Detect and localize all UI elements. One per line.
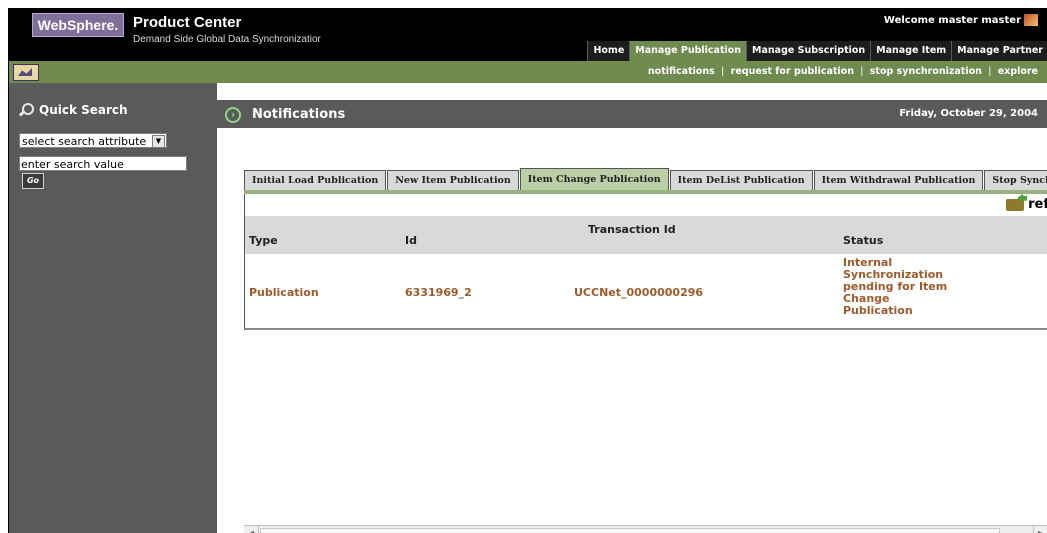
app-header: WebSphere. Product Center Demand Side Gl…	[9, 9, 1047, 61]
search-value-input[interactable]: enter search value	[19, 156, 187, 171]
quick-search-panel: Quick Search select search attribute ▼ e…	[9, 83, 217, 533]
subnav-stop-synchronization[interactable]: stop synchronization	[870, 66, 982, 77]
sub-nav: notifications | request for publication …	[648, 61, 1038, 83]
separator: |	[721, 66, 725, 77]
product-subtitle: Demand Side Global Data Synchronizatior	[133, 34, 321, 45]
tab-item-delist-publication[interactable]: Item DeList Publication	[669, 170, 813, 191]
column-header-status[interactable]: Status	[843, 235, 883, 246]
product-title: Product Center	[133, 14, 242, 31]
quick-search-title: Quick Search	[39, 103, 128, 117]
refresh-button[interactable]: ref	[1006, 197, 1047, 212]
user-icon[interactable]	[1024, 14, 1038, 26]
column-header-type[interactable]: Type	[249, 235, 278, 246]
page-title: Notifications	[252, 107, 346, 122]
home-icon[interactable]	[13, 64, 39, 81]
go-button[interactable]: Go	[22, 173, 44, 189]
tab-stop-synchronization[interactable]: Stop Synchroniza	[984, 170, 1047, 191]
table-header: Type Id Transaction Id Status	[245, 216, 1047, 254]
main-nav: Home Manage Publication Manage Subscript…	[587, 41, 1047, 61]
cell-transaction-id[interactable]: UCCNet_0000000296	[574, 287, 703, 299]
page-header: › Notifications Friday, October 29, 2004	[217, 100, 1047, 128]
column-header-transaction-id[interactable]: Transaction Id	[588, 224, 678, 235]
sub-nav-bar: notifications | request for publication …	[9, 61, 1047, 83]
quick-search-heading: Quick Search	[19, 103, 128, 117]
main-content: › Notifications Friday, October 29, 2004…	[217, 83, 1047, 533]
nav-manage-item[interactable]: Manage Item	[870, 41, 952, 61]
refresh-icon	[1006, 198, 1025, 211]
app-window: WebSphere. Product Center Demand Side Gl…	[8, 8, 1047, 533]
tab-item-change-publication[interactable]: Item Change Publication	[519, 168, 669, 191]
separator: |	[988, 66, 992, 77]
welcome-message: Welcome master master	[884, 14, 1038, 26]
cell-type: Publication	[249, 286, 319, 299]
separator: |	[860, 66, 864, 77]
nav-manage-subscription[interactable]: Manage Subscription	[746, 41, 871, 61]
search-attribute-value: select search attribute	[22, 135, 147, 148]
arrow-right-icon: ›	[225, 107, 241, 123]
tab-initial-load-publication[interactable]: Initial Load Publication	[244, 170, 387, 191]
websphere-logo: WebSphere.	[32, 13, 124, 37]
table-row[interactable]: Publication 6331969_2 UCCNet_0000000296 …	[245, 254, 1047, 326]
subnav-notifications[interactable]: notifications	[648, 66, 715, 77]
nav-manage-publication[interactable]: Manage Publication	[629, 41, 747, 61]
notifications-table: ref Type Id Transaction Id Status Public…	[244, 194, 1047, 330]
refresh-label: ref	[1028, 197, 1047, 212]
subnav-request-for-publication[interactable]: request for publication	[731, 66, 854, 77]
tab-new-item-publication[interactable]: New Item Publication	[387, 170, 519, 191]
welcome-text: Welcome master master	[883, 14, 1021, 26]
chevron-down-icon[interactable]: ▼	[152, 135, 165, 148]
nav-manage-partner[interactable]: Manage Partner	[951, 41, 1047, 61]
publication-tabs: Initial Load Publication New Item Public…	[244, 168, 1047, 191]
tab-item-withdrawal-publication[interactable]: Item Withdrawal Publication	[813, 170, 984, 191]
search-attribute-select[interactable]: select search attribute ▼	[19, 133, 167, 148]
cell-id[interactable]: 6331969_2	[405, 287, 472, 299]
search-icon	[19, 103, 34, 117]
scrollbar-thumb[interactable]	[260, 528, 1000, 533]
nav-home[interactable]: Home	[587, 41, 630, 61]
subnav-explore[interactable]: explore	[998, 66, 1038, 77]
page-date: Friday, October 29, 2004	[899, 108, 1038, 119]
column-header-id[interactable]: Id	[405, 235, 417, 246]
cell-status: Internal Synchronization pending for Ite…	[843, 256, 948, 317]
